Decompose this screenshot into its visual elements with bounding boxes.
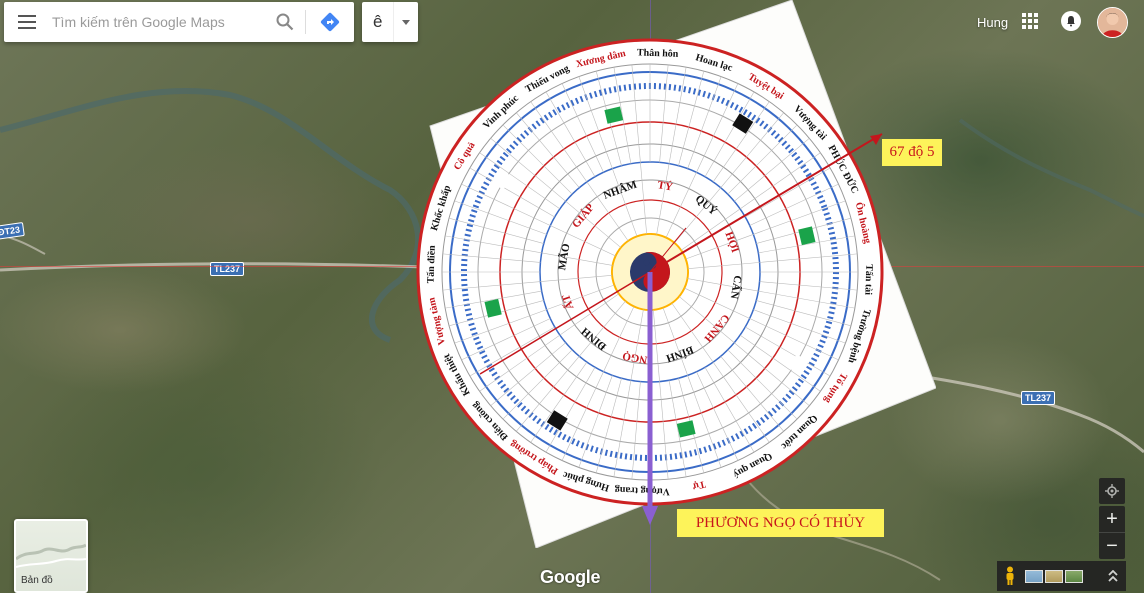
compass-outer-label: Tấn điền <box>425 245 437 284</box>
caret-down-icon <box>402 19 411 25</box>
input-method-char: ê <box>372 12 383 31</box>
zoom-out-button[interactable]: − <box>1099 532 1125 559</box>
zoom-in-button[interactable]: + <box>1099 506 1125 532</box>
pegman-icon <box>1006 566 1014 585</box>
bell-icon <box>1067 16 1075 27</box>
menu-button[interactable] <box>4 2 50 42</box>
compass-outer-label: Vượng trang <box>615 484 671 497</box>
apps-grid-icon <box>1022 13 1038 29</box>
input-method-dropdown[interactable] <box>393 2 418 42</box>
apps-button[interactable] <box>1022 13 1038 34</box>
layer-label: Bản đồ <box>21 575 53 586</box>
notifications-button[interactable] <box>1061 11 1081 31</box>
imagery-thumb-forest[interactable] <box>1065 569 1083 583</box>
map-layer-toggle[interactable]: Bản đồ <box>14 519 88 593</box>
bearing-annotation: 67 độ 5 <box>882 139 942 166</box>
search-icon <box>276 13 294 31</box>
search-button[interactable] <box>265 2 305 42</box>
avatar[interactable] <box>1097 7 1128 38</box>
search-input[interactable] <box>50 13 265 31</box>
crosshair-icon <box>1105 484 1119 498</box>
compass-outer-label: Tấn tài <box>862 264 874 295</box>
imagery-thumb-desert[interactable] <box>1045 569 1063 583</box>
direction-annotation: PHƯƠNG NGỌ CÓ THỦY <box>677 509 884 537</box>
compass-overlay: Xương dâm Thân hôn Hoan lạcTuyệt bạiVượng … <box>416 0 936 548</box>
expand-imagery-button[interactable] <box>1100 570 1126 582</box>
input-method-selector[interactable]: ê <box>362 2 418 42</box>
imagery-thumb-satellite[interactable] <box>1025 569 1043 583</box>
chevron-up-double-icon <box>1108 570 1118 582</box>
street-view-button[interactable] <box>997 566 1023 586</box>
user-avatar-icon <box>1098 8 1127 37</box>
user-name[interactable]: Hung <box>977 15 1008 30</box>
directions-icon <box>320 12 340 32</box>
hamburger-icon <box>18 15 36 29</box>
directions-button[interactable] <box>306 2 354 42</box>
compass-outer-label: Thân hôn <box>637 47 679 59</box>
search-box <box>4 2 354 42</box>
google-logo: Google <box>540 567 601 587</box>
imagery-bar <box>997 561 1126 591</box>
road-label-tl237-east: TL237 <box>1021 391 1056 405</box>
road-label-tl237-west: TL237 <box>210 262 245 276</box>
my-location-button[interactable] <box>1099 478 1125 504</box>
